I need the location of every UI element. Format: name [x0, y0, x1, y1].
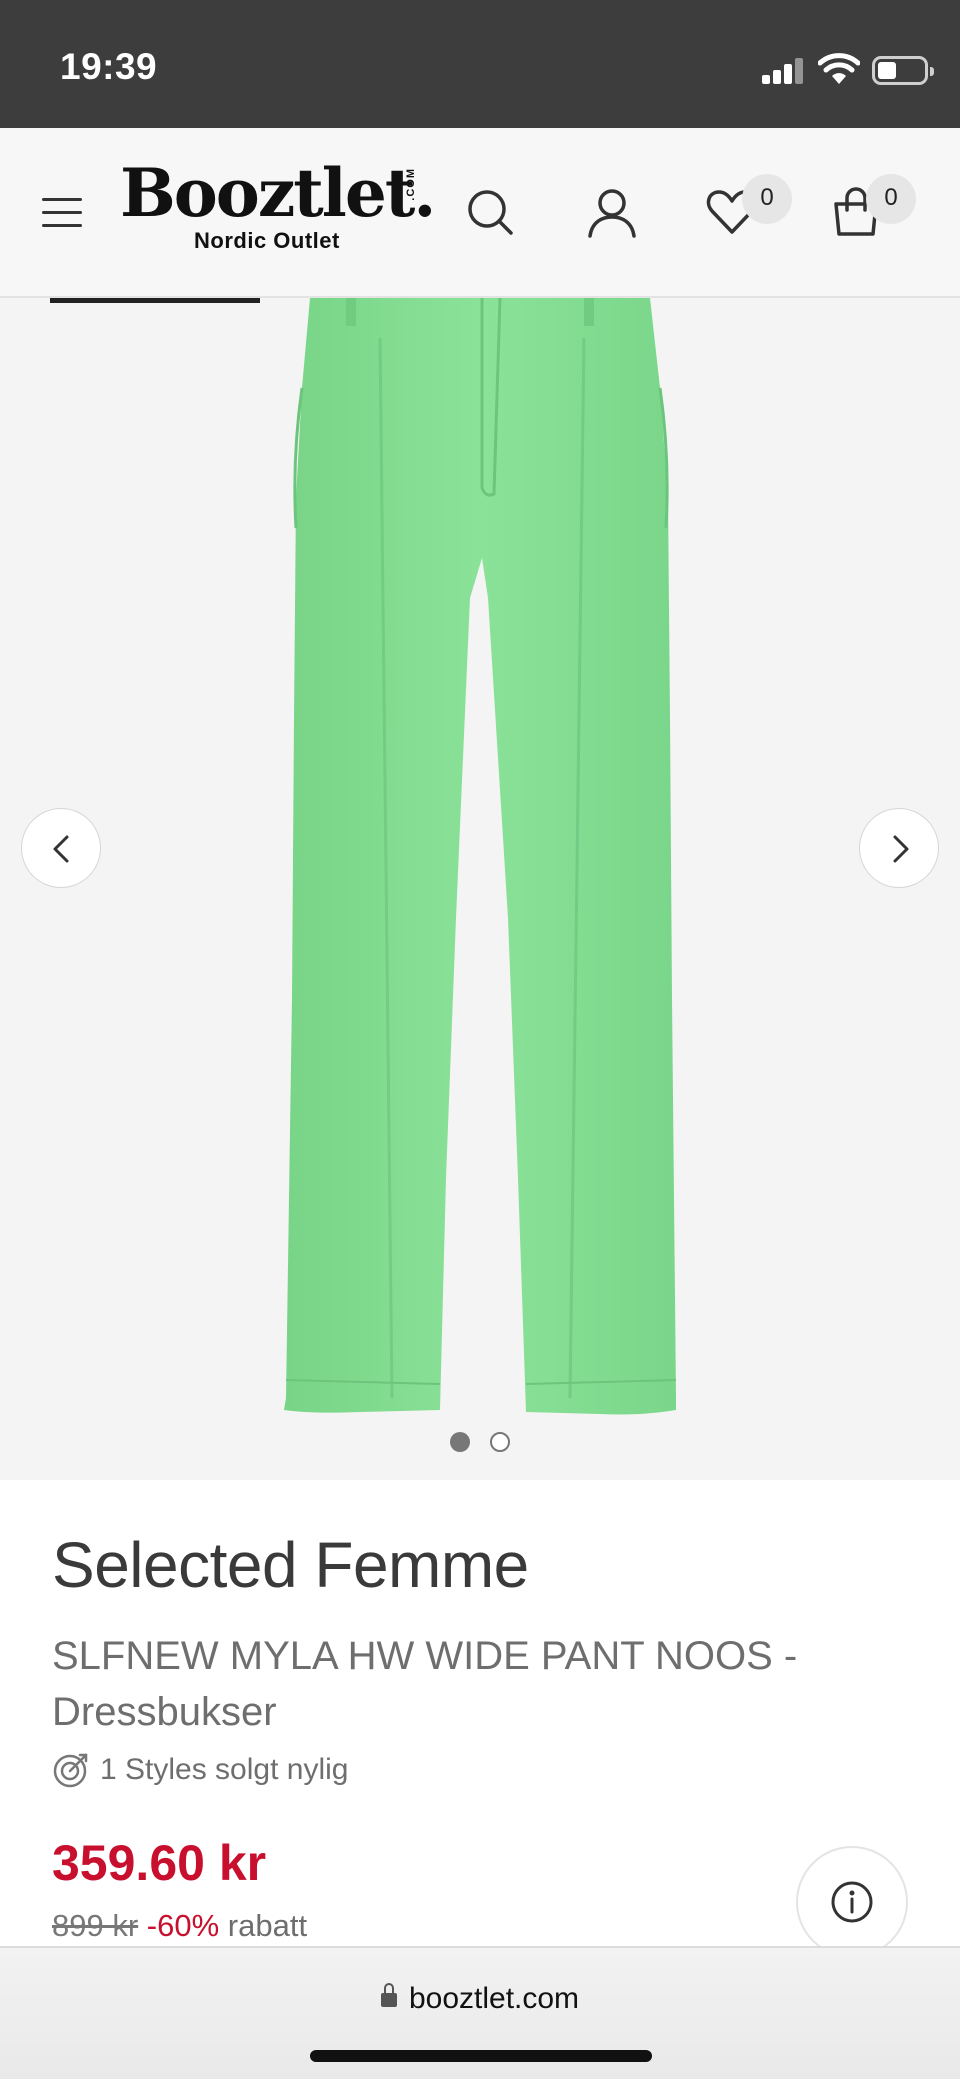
battery-icon	[872, 56, 934, 85]
status-time: 19:39	[60, 46, 158, 87]
wishlist-count-badge: 0	[742, 174, 792, 224]
product-image-pants	[284, 298, 677, 1415]
logo-com: .COM	[405, 168, 417, 201]
home-indicator[interactable]	[310, 2050, 652, 2062]
discount-suffix: rabatt	[227, 1908, 308, 1943]
wifi-icon	[818, 53, 860, 84]
gallery-next-button[interactable]	[859, 808, 939, 888]
chevron-left-icon	[53, 835, 69, 863]
product-info: Selected Femme SLFNEW MYLA HW WIDE PANT …	[0, 1480, 960, 1958]
url-text: booztlet.com	[408, 1982, 580, 2015]
gallery-pagination	[0, 1432, 960, 1456]
account-icon[interactable]	[584, 184, 640, 240]
menu-icon[interactable]	[42, 198, 82, 228]
browser-address-bar[interactable]: booztlet.com	[0, 1946, 960, 2079]
info-icon	[831, 1881, 873, 1923]
lock-icon	[380, 1983, 397, 2007]
site-header: Booztlet. .COM Nordic Outlet 0 0	[0, 128, 960, 298]
info-button[interactable]	[796, 1846, 908, 1958]
cart-count-badge: 0	[866, 174, 916, 224]
product-price: 359.60 kr	[52, 1835, 267, 1891]
chevron-right-icon	[893, 835, 909, 863]
gallery-dot[interactable]	[490, 1432, 510, 1452]
old-price: 899 kr	[52, 1908, 139, 1943]
search-icon[interactable]	[462, 184, 518, 240]
product-name: SLFNEW MYLA HW WIDE PANT NOOS - Dressbuk…	[52, 1634, 798, 1734]
gallery-prev-button[interactable]	[21, 808, 101, 888]
target-icon	[53, 1753, 88, 1788]
logo-wordmark: Booztlet.	[120, 154, 436, 232]
product-brand[interactable]: Selected Femme	[52, 1528, 529, 1602]
sold-recently-text: 1 Styles solgt nylig	[100, 1753, 349, 1786]
signal-icon	[762, 58, 804, 84]
discount-row: 899 kr -60% rabatt	[52, 1908, 307, 1944]
url-row[interactable]: booztlet.com	[0, 1982, 960, 2016]
gallery-dot-active[interactable]	[450, 1432, 470, 1452]
product-gallery[interactable]	[0, 298, 960, 1480]
logo-subtitle: Nordic Outlet	[194, 228, 340, 253]
discount-percent: -60%	[146, 1908, 220, 1943]
sold-recently-row: 1 Styles solgt nylig	[52, 1750, 348, 1790]
status-bar: 19:39	[0, 0, 960, 128]
